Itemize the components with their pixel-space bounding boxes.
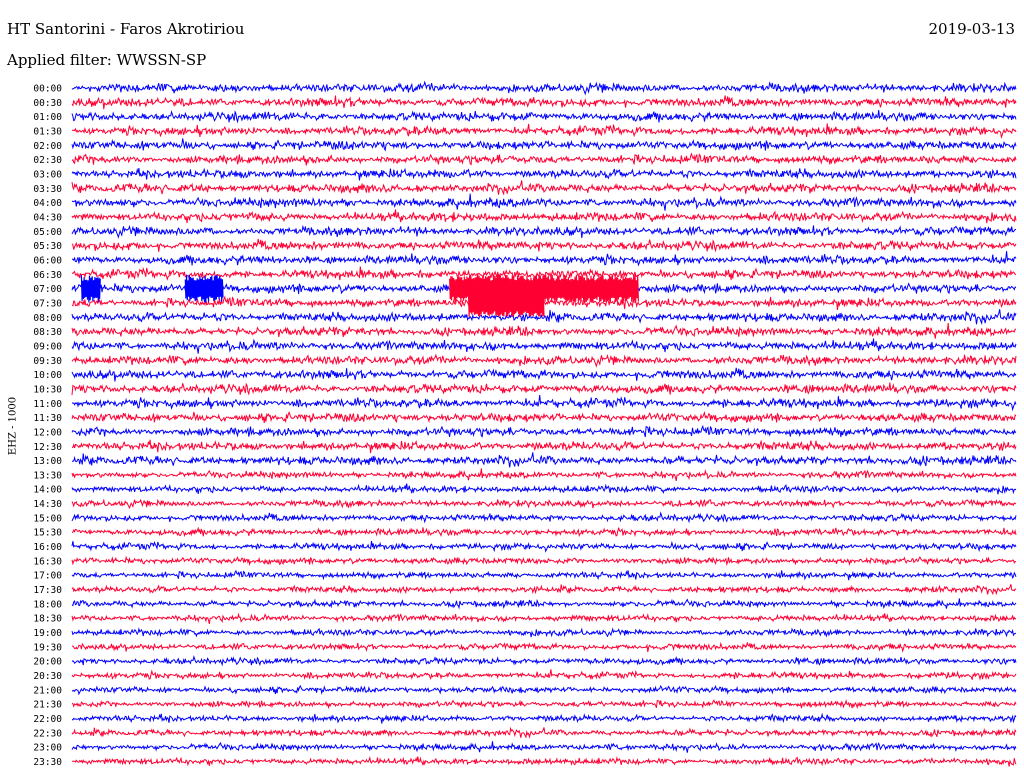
event-burst — [80, 275, 101, 303]
trace-row — [71, 193, 1017, 211]
row-label: 15:00 — [33, 513, 62, 524]
trace-row — [71, 569, 1017, 581]
row-label: 16:30 — [33, 556, 62, 567]
trace-row — [71, 224, 1016, 239]
row-label: 11:30 — [33, 413, 62, 424]
trace-row — [71, 152, 1017, 166]
row-label: 02:00 — [33, 141, 62, 152]
row-label: 16:00 — [33, 542, 62, 553]
trace-row — [71, 180, 1017, 196]
row-label: 23:00 — [33, 743, 62, 754]
trace-row — [71, 598, 1017, 610]
row-label: 15:30 — [33, 528, 62, 539]
trace-row — [71, 452, 1017, 468]
trace-row — [71, 540, 1017, 553]
trace-row — [71, 209, 1017, 224]
trace-row — [71, 526, 1017, 538]
row-label: 05:30 — [33, 241, 62, 252]
row-label: 17:00 — [33, 571, 62, 582]
row-label: 10:00 — [33, 370, 62, 381]
row-label: 12:00 — [33, 427, 62, 438]
trace-row — [71, 95, 1017, 110]
trace-row — [71, 669, 1017, 681]
trace-row — [71, 395, 1017, 412]
trace-row — [71, 353, 1017, 368]
row-label: 03:00 — [33, 169, 62, 180]
trace-layer — [71, 80, 1017, 767]
row-label: 21:00 — [33, 685, 62, 696]
row-label: 12:30 — [33, 442, 62, 453]
row-label: 05:00 — [33, 227, 62, 238]
row-label: 13:30 — [33, 470, 62, 481]
row-label: 22:00 — [33, 714, 62, 725]
trace-row — [71, 684, 1017, 696]
row-label: 19:00 — [33, 628, 62, 639]
trace-row — [71, 511, 1017, 524]
helicorder-plot: 00:00 00:30 01:00 01:30 02:00 02:30 03:00 03:30… — [33, 80, 1017, 769]
trace-row — [71, 655, 1017, 667]
trace-row — [71, 123, 1017, 139]
trace-row — [71, 726, 1017, 739]
row-label: 09:00 — [33, 341, 62, 352]
trace-row — [71, 612, 1017, 625]
trace-row — [71, 627, 1017, 638]
trace-row — [71, 410, 1017, 424]
trace-row — [71, 338, 1017, 354]
trace-row — [71, 641, 1017, 653]
row-label-layer: 00:00 00:30 01:00 01:30 02:00 02:30 03:00 03:30… — [33, 84, 62, 769]
trace-row — [71, 238, 1017, 253]
row-label: 14:00 — [33, 485, 62, 496]
row-label: 07:30 — [33, 298, 62, 309]
row-label: 20:00 — [33, 657, 62, 668]
row-label: 00:30 — [33, 98, 62, 109]
row-label: 18:00 — [33, 599, 62, 610]
row-label: 13:00 — [33, 456, 62, 467]
trace-row — [71, 698, 1017, 710]
trace-row — [71, 741, 1017, 753]
row-label: 19:30 — [33, 642, 62, 653]
row-label: 04:30 — [33, 212, 62, 223]
trace-row — [71, 712, 1017, 724]
row-label: 04:00 — [33, 198, 62, 209]
trace-row — [71, 498, 1017, 510]
row-label: 11:00 — [33, 399, 62, 410]
row-label: 08:00 — [33, 313, 62, 324]
row-label: 23:30 — [33, 757, 62, 768]
trace-row — [71, 439, 1017, 454]
row-label: 10:30 — [33, 384, 62, 395]
trace-row — [71, 584, 1017, 596]
trace-row — [71, 424, 1017, 438]
trace-row — [71, 251, 1017, 267]
row-label: 00:00 — [33, 84, 62, 95]
trace-row — [71, 322, 1017, 339]
row-label: 17:30 — [33, 585, 62, 596]
event-burst — [184, 274, 224, 303]
row-label: 07:00 — [33, 284, 62, 295]
row-label: 20:30 — [33, 671, 62, 682]
trace-row — [71, 468, 1017, 482]
row-label: 09:30 — [33, 356, 62, 367]
row-label: 08:30 — [33, 327, 62, 338]
row-label: 02:30 — [33, 155, 62, 166]
trace-row — [71, 483, 1017, 495]
row-label: 03:30 — [33, 184, 62, 195]
row-label: 01:30 — [33, 126, 62, 137]
row-label: 21:30 — [33, 700, 62, 711]
trace-row — [71, 555, 1017, 567]
row-label: 22:30 — [33, 728, 62, 739]
trace-row — [71, 367, 1017, 382]
trace-row — [71, 167, 1017, 181]
row-label: 06:30 — [33, 270, 62, 281]
trace-row — [71, 109, 1017, 124]
row-label: 01:00 — [33, 112, 62, 123]
trace-row — [71, 382, 1017, 396]
row-label: 14:30 — [33, 499, 62, 510]
trace-row — [71, 80, 1017, 96]
trace-row — [71, 138, 1017, 152]
trace-row — [72, 755, 1017, 767]
row-label: 18:30 — [33, 614, 62, 625]
row-label: 06:00 — [33, 255, 62, 266]
